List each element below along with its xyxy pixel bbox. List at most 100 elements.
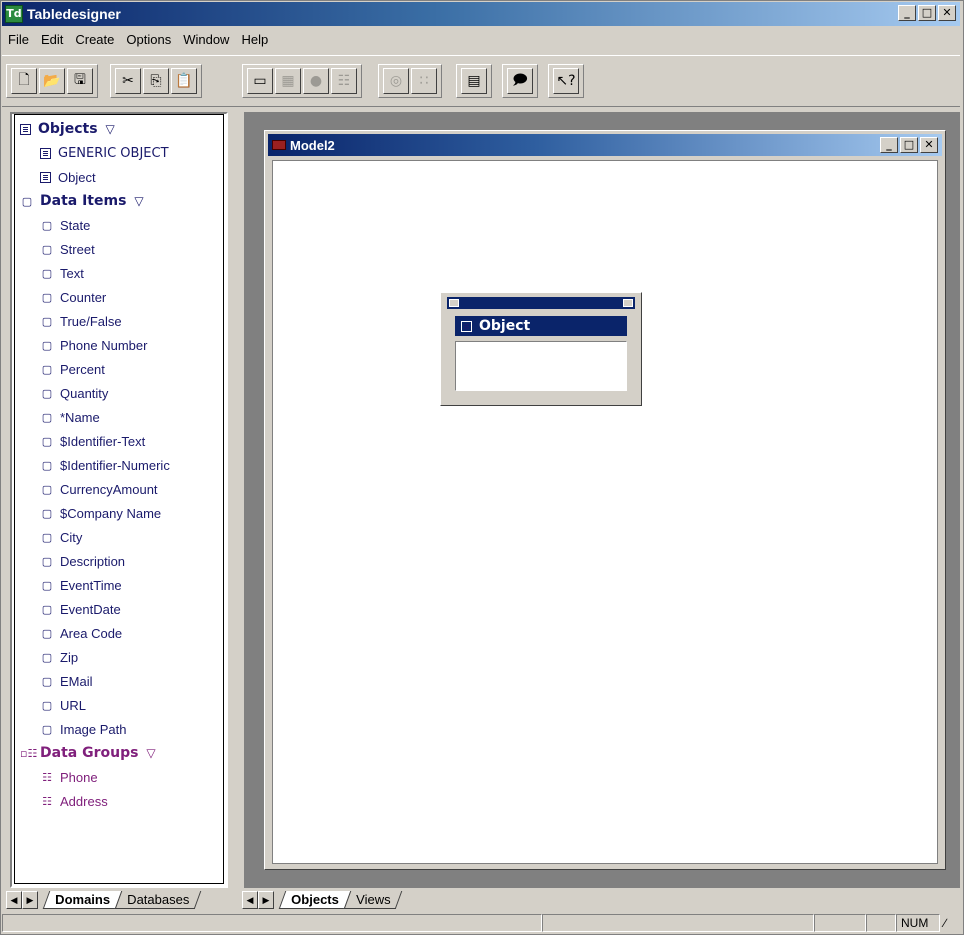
scroll-right-icon[interactable]: ▶ — [258, 891, 274, 909]
scroll-right-icon[interactable]: ▶ — [22, 891, 38, 909]
close-button[interactable]: ✕ — [920, 137, 938, 153]
tree-item-generic-object[interactable]: GENERIC OBJECT — [40, 142, 169, 164]
menu-edit[interactable]: Edit — [35, 32, 69, 47]
entity-icon[interactable]: ▭ — [247, 68, 273, 94]
tree-item-data[interactable]: ▢ $Identifier-Numeric — [40, 454, 170, 476]
tree-header-data-items[interactable]: ▢ Data Items ▽ — [20, 190, 144, 212]
data-item-icon: ▢ — [21, 194, 33, 208]
cut-icon[interactable]: ✂ — [115, 68, 141, 94]
status-pane-main — [2, 914, 542, 932]
properties-icon[interactable]: ▤ — [461, 68, 487, 94]
menu-create[interactable]: Create — [69, 32, 120, 47]
tree-item-data[interactable]: ▢ State — [40, 214, 91, 236]
chevron-down-icon[interactable]: ▽ — [146, 746, 155, 760]
tree-item-data[interactable]: ▢ URL — [40, 694, 86, 716]
tree-item-data[interactable]: ▢ Image Path — [40, 718, 127, 740]
tree-item-data[interactable]: ▢ Percent — [40, 358, 105, 380]
data-item-icon: ▢ — [41, 698, 53, 712]
data-item-icon: ▢ — [41, 602, 53, 616]
status-bar: NUM ∕ — [2, 913, 960, 933]
maximize-button[interactable]: □ — [918, 5, 936, 21]
tree-item-data[interactable]: ▢ Quantity — [40, 382, 109, 404]
dropdown-icon[interactable] — [623, 299, 633, 307]
status-pane-4 — [866, 914, 896, 932]
entity-name: Object — [479, 318, 531, 334]
maximize-button[interactable]: □ — [900, 137, 918, 153]
tree-item-data[interactable]: ▢ City — [40, 526, 83, 548]
diagram-canvas[interactable] — [272, 160, 938, 864]
data-item-icon: ▢ — [41, 266, 53, 280]
resize-grip-icon[interactable]: ∕ — [940, 914, 956, 932]
tree-header-data-groups[interactable]: ▫☷ Data Groups ▽ — [20, 742, 156, 764]
toolbar-group-help: ↖? — [548, 64, 584, 98]
system-menu-icon[interactable] — [449, 299, 459, 307]
data-item-icon: ▢ — [41, 650, 53, 664]
data-item-icon: ▢ — [41, 338, 53, 352]
copy-icon[interactable]: ⎘ — [143, 68, 169, 94]
tree-item-data[interactable]: ▢ Text — [40, 262, 84, 284]
tree-item-object[interactable]: Object — [40, 166, 96, 188]
tree-item-data[interactable]: ▢ $Company Name — [40, 502, 161, 524]
save-icon[interactable]: 🖫 — [67, 68, 93, 94]
object-icon — [40, 147, 51, 159]
tree-item-data[interactable]: ▢ Description — [40, 550, 125, 572]
hierarchy-icon[interactable]: ☷ — [331, 68, 357, 94]
chevron-down-icon[interactable]: ▽ — [106, 122, 115, 136]
tree-item-data[interactable]: ▢ $Identifier-Text — [40, 430, 145, 452]
entity-name-row[interactable]: Object — [455, 316, 627, 336]
tab-views[interactable]: Views — [343, 891, 403, 909]
tree-item-data[interactable]: ▢ Counter — [40, 286, 106, 308]
data-item-icon: ▢ — [41, 218, 53, 232]
toolbar-group-props: ▤ — [456, 64, 492, 98]
scroll-left-icon[interactable]: ◀ — [6, 891, 22, 909]
open-icon[interactable]: 📂 — [39, 68, 65, 94]
data-item-icon: ▢ — [41, 458, 53, 472]
data-item-icon: ▢ — [41, 674, 53, 688]
layout-icon[interactable]: ∷ — [411, 68, 437, 94]
minimize-button[interactable]: _ — [880, 137, 898, 153]
tree-item-group[interactable]: ☷ Address — [40, 790, 108, 812]
menu-help[interactable]: Help — [235, 32, 274, 47]
tab-databases[interactable]: Databases — [114, 891, 202, 909]
minimize-button[interactable]: _ — [898, 5, 916, 21]
tab-objects[interactable]: Objects — [278, 891, 351, 909]
model-window-title-bar[interactable]: Model2 _ □ ✕ — [268, 134, 942, 156]
title-bar[interactable]: Td Tabledesigner _ □ ✕ — [2, 2, 960, 26]
tree-item-data[interactable]: ▢ EventTime — [40, 574, 122, 596]
paste-icon[interactable]: 📋 — [171, 68, 197, 94]
tree-item-data[interactable]: ▢ *Name — [40, 406, 100, 428]
tree-item-data[interactable]: ▢ True/False — [40, 310, 122, 332]
toolbar-group-file: 🗋 📂 🖫 — [6, 64, 98, 98]
menu-window[interactable]: Window — [177, 32, 235, 47]
tree-item-group[interactable]: ☷ Phone — [40, 766, 98, 788]
tree-item-data[interactable]: ▢ Area Code — [40, 622, 122, 644]
close-button[interactable]: ✕ — [938, 5, 956, 21]
data-group-icon: ▫☷ — [20, 746, 38, 760]
tree-item-data[interactable]: ▢ Phone Number — [40, 334, 148, 356]
help-icon[interactable]: ↖? — [553, 68, 579, 94]
menu-options[interactable]: Options — [120, 32, 177, 47]
scroll-left-icon[interactable]: ◀ — [242, 891, 258, 909]
new-icon[interactable]: 🗋 — [11, 68, 37, 94]
table-icon[interactable]: ▦ — [275, 68, 301, 94]
globe-icon[interactable]: ◎ — [383, 68, 409, 94]
tree-item-data[interactable]: ▢ Street — [40, 238, 95, 260]
tree-item-data[interactable]: ▢ EMail — [40, 670, 93, 692]
left-tab-strip: ◀ ▶ Domains Databases — [6, 889, 202, 911]
entity-attributes-list[interactable] — [455, 341, 627, 391]
entity-box-title-bar[interactable] — [447, 297, 635, 309]
tree-item-data[interactable]: ▢ CurrencyAmount — [40, 478, 158, 500]
chevron-down-icon[interactable]: ▽ — [134, 194, 143, 208]
toolbar: 🗋 📂 🖫 ✂ ⎘ 📋 ▭ ▦ ● ☷ ◎ ∷ ▤ 🗩 ↖? — [2, 55, 960, 107]
tab-domains[interactable]: Domains — [42, 891, 123, 909]
tree-item-data[interactable]: ▢ EventDate — [40, 598, 121, 620]
status-pane-2 — [542, 914, 814, 932]
data-item-icon: ▢ — [41, 386, 53, 400]
database-icon[interactable]: ● — [303, 68, 329, 94]
tree-header-objects[interactable]: Objects ▽ — [20, 118, 115, 140]
menu-file[interactable]: File — [2, 32, 35, 47]
tree-item-data[interactable]: ▢ Zip — [40, 646, 78, 668]
comment-icon[interactable]: 🗩 — [507, 68, 533, 94]
status-pane-3 — [814, 914, 866, 932]
app-icon: Td — [5, 5, 23, 23]
